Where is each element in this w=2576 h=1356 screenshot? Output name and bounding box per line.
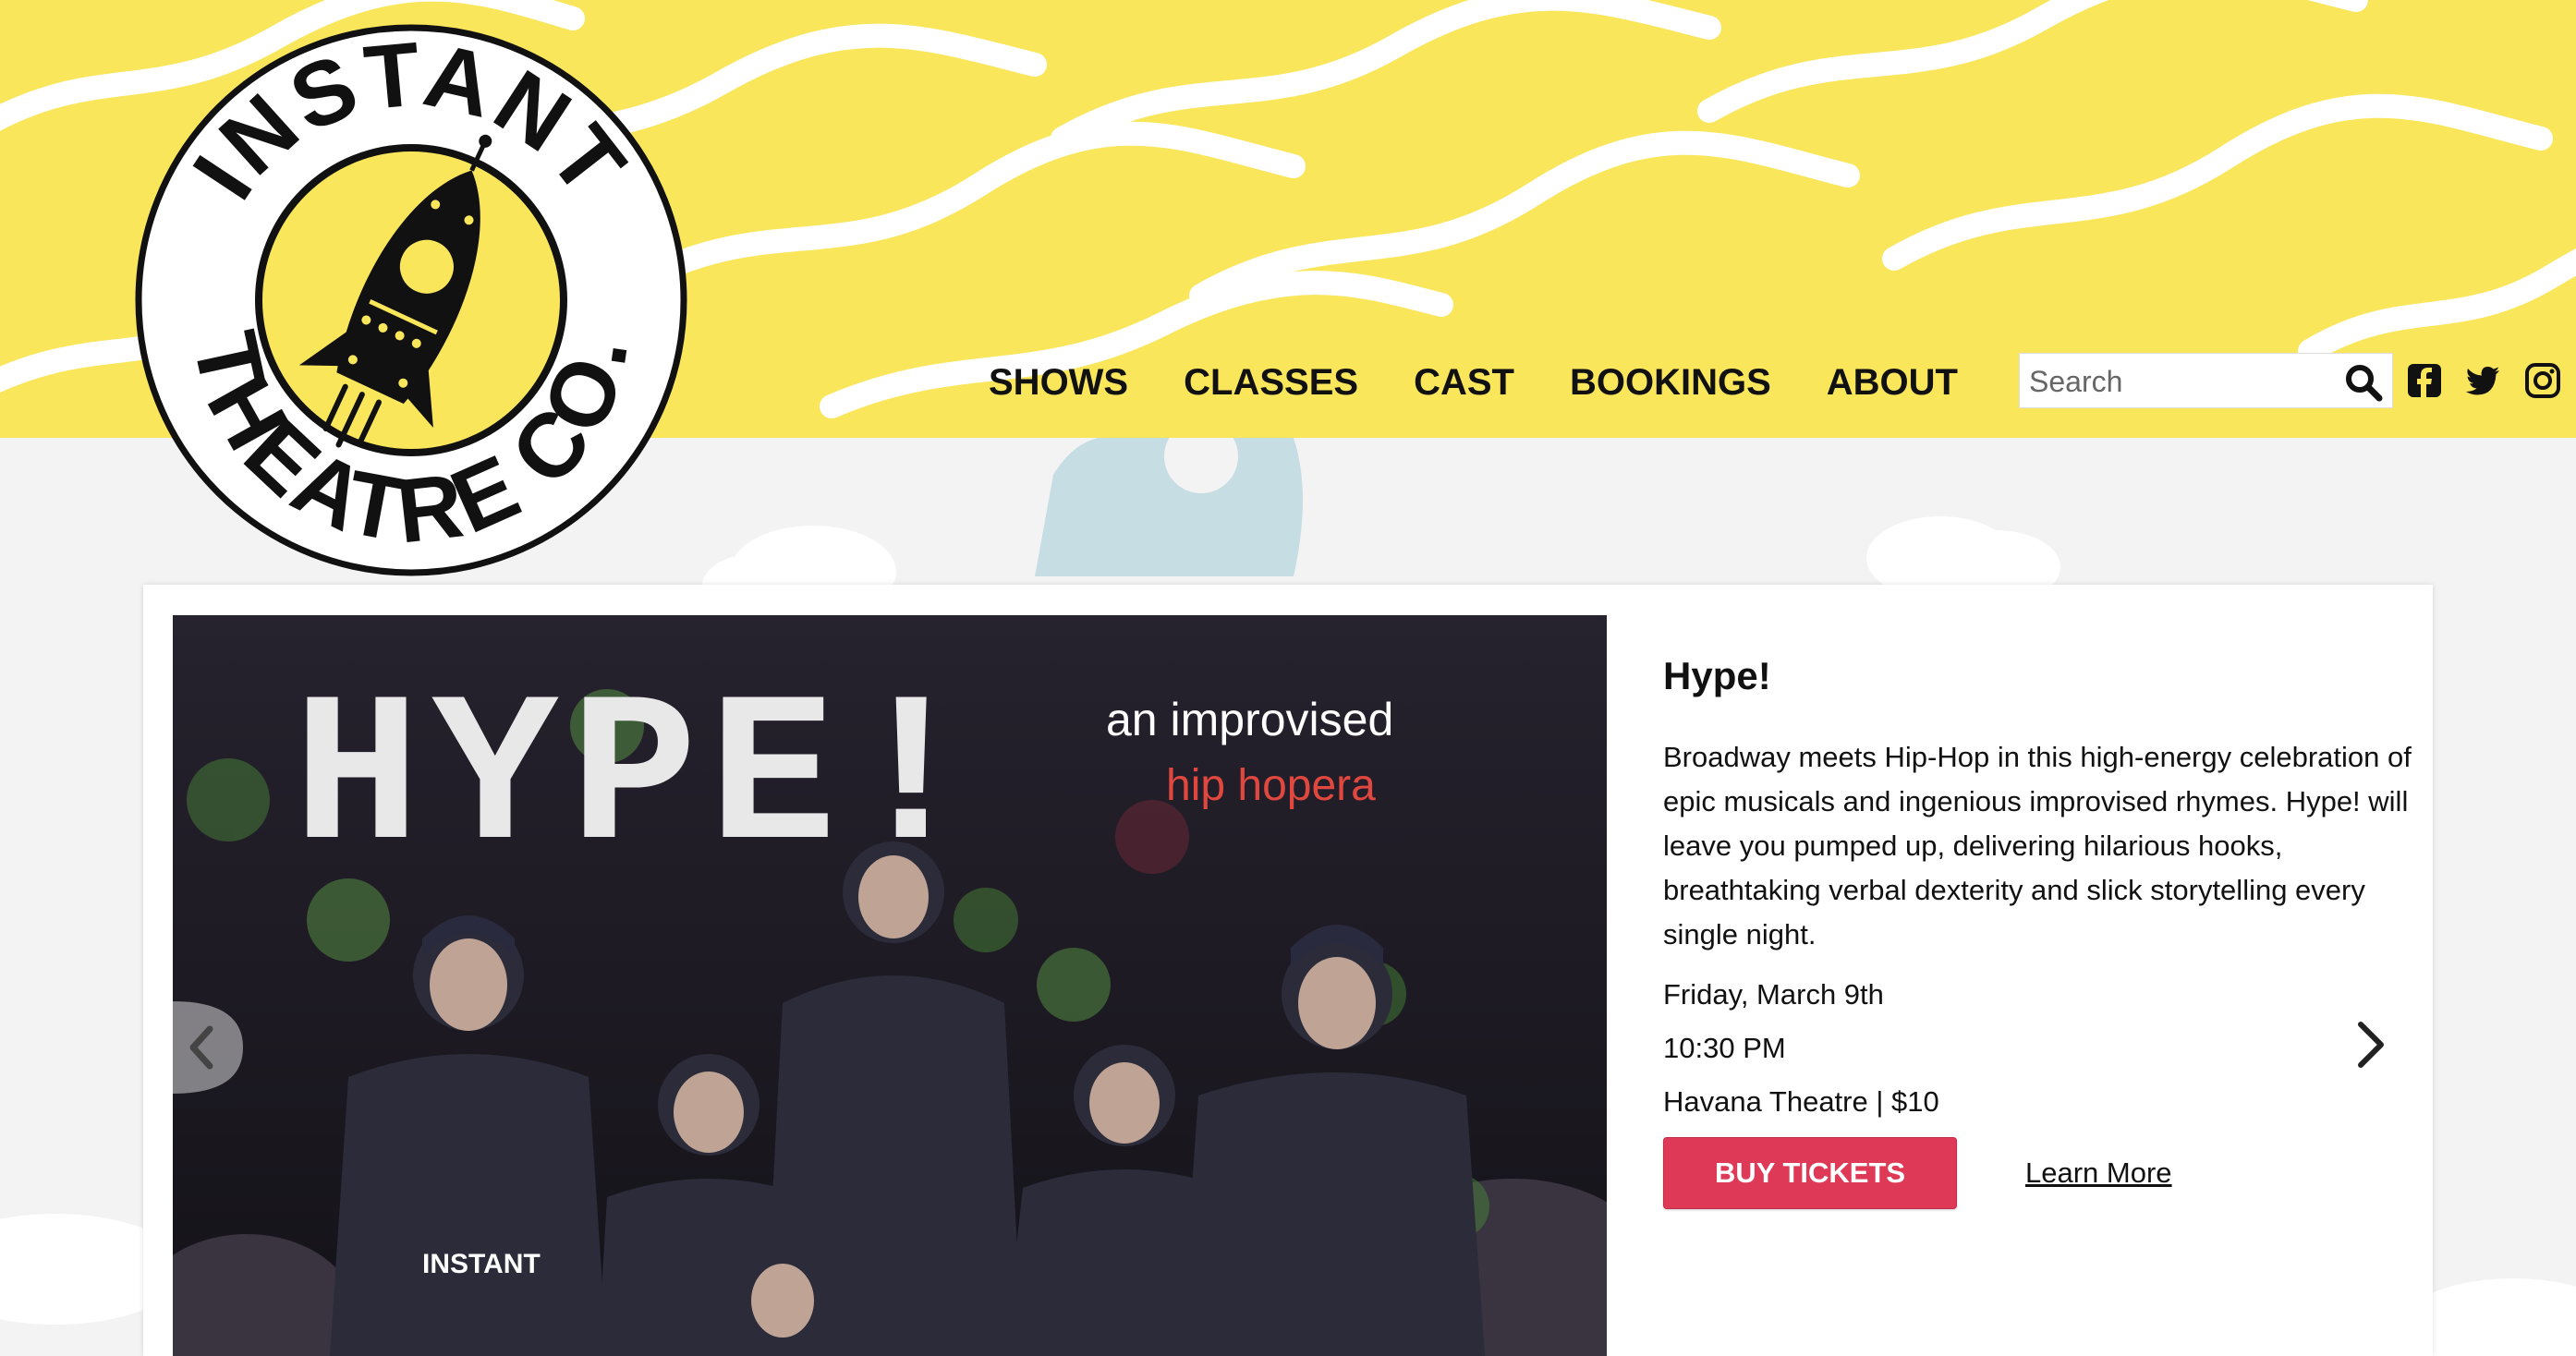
search-box (2019, 353, 2393, 408)
main-nav: SHOWS CLASSES CAST BOOKINGS ABOUT (961, 362, 1986, 404)
nav-cast[interactable]: CAST (1386, 362, 1542, 404)
facebook-icon[interactable] (2406, 362, 2443, 399)
search-icon[interactable] (2342, 361, 2385, 404)
show-title: Hype! (1663, 654, 1771, 697)
featured-show-card: HYPE! an improvised hip hopera INSTANT H… (143, 585, 2433, 1356)
search-input[interactable] (2027, 359, 2327, 404)
nav-bookings[interactable]: BOOKINGS (1542, 362, 1799, 404)
show-info: Hype! Broadway meets Hip-Hop in this hig… (1663, 654, 2421, 1129)
show-actions: BUY TICKETS Learn More (1663, 1137, 2172, 1209)
nav-shows[interactable]: SHOWS (961, 362, 1156, 404)
show-venue-price: Havana Theatre | $10 (1663, 1085, 1939, 1118)
instagram-icon[interactable] (2524, 362, 2561, 399)
carousel-prev-arrow[interactable] (173, 1001, 243, 1094)
poster-tagline-1: an improvised (1106, 694, 1393, 745)
twitter-icon[interactable] (2464, 362, 2501, 399)
learn-more-link[interactable]: Learn More (2025, 1156, 2172, 1190)
poster-shirt-text: INSTANT (422, 1249, 541, 1279)
nav-about[interactable]: ABOUT (1799, 362, 1986, 404)
buy-tickets-button[interactable]: BUY TICKETS (1663, 1137, 1957, 1209)
poster-tagline-2: hip hopera (1166, 761, 1376, 810)
poster-title: HYPE! (293, 661, 986, 902)
site-logo[interactable]: INSTANT THEATRE CO. (129, 18, 693, 582)
show-date: Friday, March 9th (1663, 978, 1884, 1011)
show-poster-image: HYPE! an improvised hip hopera INSTANT (173, 615, 1607, 1356)
nav-classes[interactable]: CLASSES (1156, 362, 1386, 404)
carousel-next-arrow[interactable] (2351, 1017, 2388, 1072)
show-description: Broadway meets Hip-Hop in this high-ener… (1663, 741, 2412, 950)
show-time: 10:30 PM (1663, 1032, 1786, 1064)
